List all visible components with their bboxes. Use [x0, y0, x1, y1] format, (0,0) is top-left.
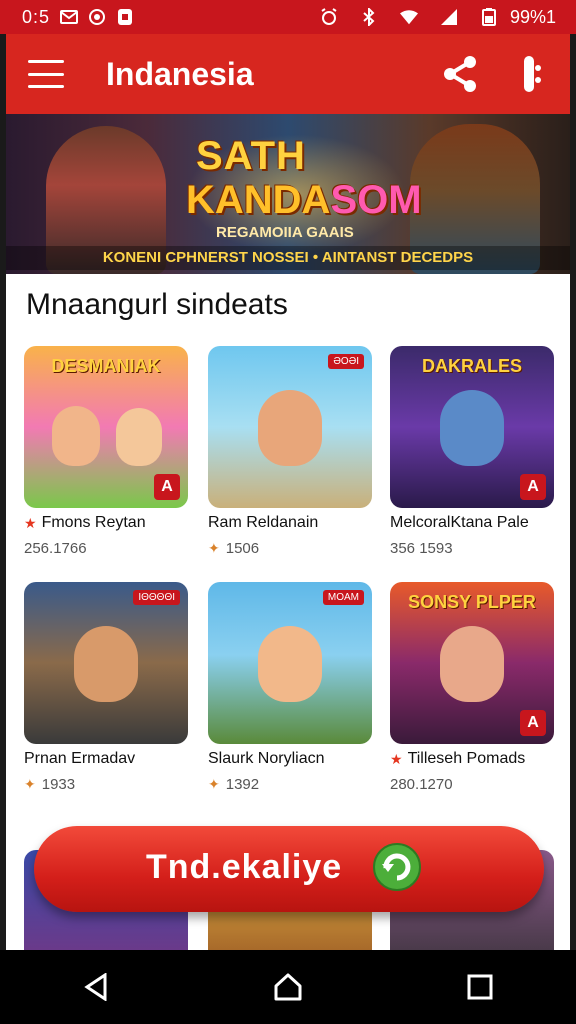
game-stat: 280.1270 [390, 776, 453, 793]
character-art [258, 390, 322, 466]
game-stat-row: 280.1270 [390, 776, 554, 793]
badge-icon: A [520, 710, 546, 736]
badge-icon: A [520, 474, 546, 500]
back-icon[interactable] [72, 963, 120, 1011]
shield-icon [116, 8, 134, 26]
star-icon: ★ [390, 750, 403, 767]
game-stat-row: 356 1593 [390, 540, 554, 557]
character-art [440, 390, 504, 466]
game-stat-row: 256.1766 [24, 540, 188, 557]
game-stat-row: ✦ 1506 [208, 540, 372, 557]
game-card[interactable]: DAKRALES A MelcoralKtana Pale 356 1593 [390, 346, 554, 557]
banner-title-line2-a: KANDA [186, 178, 331, 222]
recents-icon[interactable] [456, 963, 504, 1011]
banner-title-line2: KANDASOM [186, 178, 422, 223]
star-icon: ★ [24, 514, 37, 531]
share-icon[interactable] [440, 54, 480, 94]
bluetooth-icon [360, 8, 378, 26]
game-name: Tilleseh Pomads [407, 750, 526, 767]
battery-icon [480, 8, 498, 26]
game-tag: ƏOƏI [328, 354, 364, 369]
game-stat: 1392 [225, 776, 260, 793]
game-card[interactable]: MOAM Slaurk Noryliacn ✦ 1392 [208, 582, 372, 793]
game-name: MelcoralKtana Pale [390, 514, 529, 531]
sparkle-icon: ✦ [208, 540, 220, 556]
game-thumbnail: SONSY PLPER A [390, 582, 554, 744]
section-title: Mnaangurl sindeats [26, 288, 288, 321]
character-art [116, 408, 162, 466]
featured-banner[interactable]: SATH KANDASOM REGAMOIIA GAAIS KONENI CPH… [6, 114, 570, 274]
menu-icon[interactable] [28, 60, 64, 88]
character-art [440, 626, 504, 702]
game-thumbnail: DAKRALES A [390, 346, 554, 508]
game-stat: 1506 [225, 540, 260, 557]
game-name-row: Prnan Ermadav [24, 750, 188, 768]
more-icon[interactable] [516, 52, 546, 96]
sparkle-icon: ✦ [208, 776, 220, 792]
app-title: Indanesia [106, 55, 254, 92]
game-tag: ΙΘΘΘΘΙ [133, 590, 180, 605]
game-stat: 1933 [41, 776, 76, 793]
game-name-row: ★ Fmons Reytan [24, 514, 188, 532]
game-name-row: MelcoralKtana Pale [390, 514, 554, 532]
game-thumbnail: ΙΘΘΘΘΙ [24, 582, 188, 744]
character-art [74, 626, 138, 702]
character-art [258, 626, 322, 702]
game-name-row: Slaurk Noryliacn [208, 750, 372, 768]
game-card[interactable]: DESMANIAK A ★ Fmons Reytan 256.1766 [24, 346, 188, 557]
game-tag: MOAM [322, 590, 364, 605]
game-thumbnail: MOAM [208, 582, 372, 744]
cta-refresh-icon [372, 842, 422, 892]
game-name: Ram Reldanain [208, 514, 319, 531]
game-card[interactable]: ƏOƏI Ram Reldanain ✦ 1506 [208, 346, 372, 557]
game-thumbnail-title: SONSY PLPER [408, 592, 536, 612]
game-thumbnail: ƏOƏI [208, 346, 372, 508]
game-stat: 356 1593 [390, 540, 453, 557]
app-screen: Indanesia SATH KANDASOM REGAMOIIA GAAIS … [6, 34, 570, 950]
status-time: 0:5 [22, 6, 51, 27]
signal-icon [440, 8, 458, 26]
cta-label: Tnd.ekaliye [146, 848, 343, 886]
battery-percent: 99%1 [509, 6, 556, 27]
game-card[interactable]: SONSY PLPER A ★ Tilleseh Pomads 280.1270 [390, 582, 554, 793]
game-card[interactable]: ΙΘΘΘΘΙ Prnan Ermadav ✦ 1933 [24, 582, 188, 793]
game-name: Slaurk Noryliacn [208, 750, 325, 767]
banner-title-line2-b: SOM [330, 178, 422, 222]
wifi-icon [399, 8, 418, 26]
game-stat-row: ✦ 1392 [208, 776, 372, 793]
app-bar: Indanesia [6, 34, 570, 114]
game-thumbnail-title: DAKRALES [421, 356, 522, 376]
record-icon [88, 8, 106, 26]
mail-icon [60, 8, 79, 26]
game-stat: 256.1766 [24, 540, 87, 557]
alarm-icon [320, 8, 338, 26]
status-bar: 0:5 99%1 [0, 0, 576, 34]
system-nav-bar [0, 950, 576, 1024]
badge-icon: A [154, 474, 180, 500]
banner-title-line1: SATH [196, 134, 306, 178]
character-art [52, 406, 100, 466]
game-name-row: ★ Tilleseh Pomads [390, 750, 554, 768]
game-name-row: Ram Reldanain [208, 514, 372, 532]
cta-button[interactable]: Tnd.ekaliye [34, 826, 544, 912]
game-stat-row: ✦ 1933 [24, 776, 188, 793]
home-icon[interactable] [264, 963, 312, 1011]
game-name: Fmons Reytan [41, 514, 146, 531]
banner-subtitle: REGAMOIIA GAAIS [216, 224, 354, 241]
game-name: Prnan Ermadav [24, 750, 136, 767]
banner-tagline: KONENI CPHNERST NOSSEI • AINTANST DECEDP… [6, 246, 570, 270]
sparkle-icon: ✦ [24, 776, 36, 792]
game-thumbnail: DESMANIAK A [24, 346, 188, 508]
game-thumbnail-title: DESMANIAK [51, 356, 161, 376]
